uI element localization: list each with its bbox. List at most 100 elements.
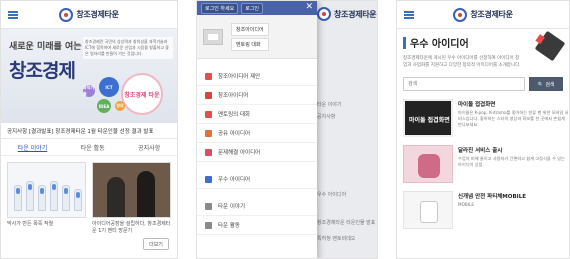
- menu-gap: [197, 162, 317, 170]
- menu-group-ideas: 창조아이디어 제안창조아이디어멘토링의 대화공유 아이디어문제해결 아이디어: [197, 67, 317, 162]
- search-bar: 🔍 검색: [403, 77, 563, 91]
- stage: 창조경제타운 새로운 미래를 여는 창조경제 창조경제란 국민의 상상력과 창의…: [0, 0, 570, 259]
- section-title: 우수 아이디어: [410, 39, 469, 50]
- menu-item-icon: [205, 221, 212, 229]
- side-drawer: 로그인 하세요 로그인 ✕ 창조아이디어 멘토링 대화 창조아이디어 제안 창조아…: [197, 1, 317, 258]
- more-button[interactable]: 더보기: [143, 238, 169, 250]
- menu-item-icon: [205, 129, 212, 137]
- menu-group-best: 우수 아이디어: [197, 170, 317, 189]
- profile-link-idea[interactable]: 창조아이디어: [231, 22, 269, 36]
- idea-item[interactable]: 달라진 서비스 출시 수업의 피해 줄이고 사용자가 간편하고 쉽게 고정식을 …: [403, 145, 565, 183]
- idea-item[interactable]: 마이돌 접겹화면 마이돌 접겹화면 마이돌은 K-pop, K-drama를 좋…: [403, 99, 568, 137]
- menu-item-icon: [205, 148, 212, 156]
- bubble-idea: IDEA: [97, 99, 111, 113]
- menu-item[interactable]: 문제해결 아이디어: [197, 143, 317, 162]
- menu-item-icon: [205, 175, 212, 183]
- menu-item-label: 멘토링의 대화: [218, 112, 251, 118]
- menu-item-icon: [205, 91, 212, 99]
- top-bar: 창조경제타운: [397, 1, 569, 29]
- person-figure: [137, 171, 155, 217]
- tab-town-story[interactable]: 타운 이야기: [18, 143, 48, 152]
- best-ideas-screen: 창조경제타운 우수 아이디어 창조경제타운에 게시된 우수 아이디어를 선정하여…: [396, 0, 570, 259]
- avatar: [203, 28, 223, 45]
- bg-line: 타운 이야기: [317, 102, 342, 108]
- bg-line: 창조경제타운 타운인물 발표: [317, 220, 376, 226]
- profile-area: 창조아이디어 멘토링 대화: [197, 15, 317, 59]
- bg-line: 우수 아이디어: [317, 192, 347, 198]
- home-tabs: 타운 이야기 타운 활동 공지사항: [1, 139, 177, 156]
- bubble-town: 창조경제 타운: [121, 73, 163, 115]
- drawer-screen: 창조경제타운 타운 이야기 공지사항 우수 아이디어 창조경제타운 타운인물 발…: [196, 0, 378, 259]
- idea-title: 마이돌 접겹화면: [458, 102, 496, 108]
- search-button[interactable]: 🔍 검색: [529, 77, 563, 91]
- bg-brand-logo: 창조경제타운: [317, 7, 377, 21]
- bubble-science: 과학기술: [83, 85, 95, 97]
- hand-image: [418, 154, 440, 178]
- menu-group-town: 타운 이야기타운 활동: [197, 197, 317, 235]
- idea-desc: 수업의 피해 줄이고 사용자가 간편하고 쉽게 고정식을 수 있는 아이디어 상…: [458, 156, 565, 167]
- menu-item[interactable]: 타운 이야기: [197, 197, 317, 216]
- menu-item[interactable]: 우수 아이디어: [197, 170, 317, 189]
- story-card[interactable]: 아이디어공장을 설립하다, 창조경제타운 1기 멘티 방문기: [92, 162, 171, 235]
- story-caption: 아이디어공장을 설립하다, 창조경제타운 1기 멘티 방문기: [92, 221, 171, 234]
- menu-item-label: 타운 이야기: [218, 204, 246, 210]
- hero-line1: 새로운 미래를 여는: [9, 42, 82, 52]
- idea-text: 신개념 안전 파티체MOBILE MOBILE: [458, 191, 569, 229]
- home-screen: 창조경제타운 새로운 미래를 여는 창조경제 창조경제란 국민의 상상력과 창의…: [0, 0, 178, 259]
- tube-icon: [50, 181, 58, 211]
- hamburger-menu-icon[interactable]: [8, 11, 18, 19]
- tube-icon: [38, 185, 46, 211]
- idea-title: 달라진 서비스 출시: [458, 148, 503, 154]
- idea-thumbnail: [403, 145, 453, 183]
- close-icon[interactable]: ✕: [305, 2, 313, 12]
- brand-mark-icon: [317, 7, 331, 21]
- idea-thumbnail: [403, 191, 453, 229]
- menu-item-icon: [205, 110, 212, 118]
- idea-desc: 마이돌은 K-pop, K-drama를 좋아하는 한류 팬 위한 모바일 서비…: [458, 110, 569, 127]
- story-image-people: [92, 162, 171, 218]
- brand-mark-icon: [453, 7, 468, 22]
- menu-item[interactable]: 공유 아이디어: [197, 124, 317, 143]
- menu-item-label: 우수 아이디어: [218, 177, 251, 183]
- menu-item[interactable]: 타운 활동: [197, 216, 317, 235]
- login-button[interactable]: 로그인: [241, 2, 264, 14]
- login-prompt-button[interactable]: 로그인 하세요: [201, 2, 239, 14]
- tab-town-activity[interactable]: 타운 활동: [81, 143, 105, 152]
- menu-item[interactable]: 창조아이디어: [197, 86, 317, 105]
- brand-name: 창조경제타운: [76, 10, 119, 19]
- menu-item[interactable]: 창조아이디어 제안: [197, 67, 317, 86]
- menu-gap: [197, 189, 317, 197]
- bubble-ict: ICT: [99, 77, 119, 97]
- tube-icon: [14, 185, 22, 211]
- brand-logo[interactable]: 창조경제타운: [453, 7, 513, 22]
- idea-thumbnail: 마이돌 접겹화면: [403, 99, 453, 137]
- section-flag-icon: [403, 36, 406, 49]
- story-card[interactable]: 막사가 만든 폭죽 작렬: [7, 162, 86, 235]
- bg-line: 특허청 멘토비데오: [317, 236, 356, 242]
- notice-bar[interactable]: 공지사항 [결과발표] 창조경제타운 1월 타운인물 선정 결과 발표: [1, 123, 177, 139]
- idea-title: 신개념 안전 파티체MOBILE: [458, 194, 526, 200]
- story-caption: 막사가 만든 폭죽 작렬: [7, 221, 54, 227]
- idea-item[interactable]: 신개념 안전 파티체MOBILE MOBILE: [403, 191, 563, 229]
- idea-text: 마이돌 접겹화면 마이돌은 K-pop, K-drama를 좋아하는 한류 팬 …: [458, 99, 569, 137]
- brand-logo[interactable]: 창조경제타운: [59, 7, 119, 22]
- tab-notice[interactable]: 공지사항: [138, 143, 160, 152]
- menu-item-label: 창조아이디어 제안: [218, 74, 261, 80]
- thumbnail-text: 마이돌 접겹화면: [409, 117, 450, 124]
- tube-icon: [74, 189, 82, 211]
- menu-item-label: 문제해결 아이디어: [218, 150, 261, 156]
- bg-line: 공지사항: [317, 114, 336, 120]
- hamburger-menu-icon[interactable]: [404, 11, 414, 19]
- menu-item-icon: [205, 72, 212, 80]
- search-button-label: 검색: [545, 81, 555, 88]
- tube-icon: [62, 185, 70, 211]
- bubble-creative: 창의: [115, 101, 125, 111]
- menu-item-label: 타운 활동: [218, 223, 240, 229]
- profile-link-mentoring[interactable]: 멘토링 대화: [231, 37, 269, 51]
- search-input[interactable]: [403, 77, 525, 91]
- hero-banner[interactable]: 새로운 미래를 여는 창조경제 창조경제란 국민의 상상력과 창의성을 과학기술…: [1, 29, 177, 123]
- section-intro: 창조경제타운에 게시된 우수 아이디어를 선정하여 아이디어 창업과 사업화를 …: [403, 56, 521, 68]
- bg-brand-name: 창조경제타운: [334, 9, 377, 19]
- menu-item[interactable]: 멘토링의 대화: [197, 105, 317, 124]
- menu-item-label: 창조아이디어: [218, 93, 249, 99]
